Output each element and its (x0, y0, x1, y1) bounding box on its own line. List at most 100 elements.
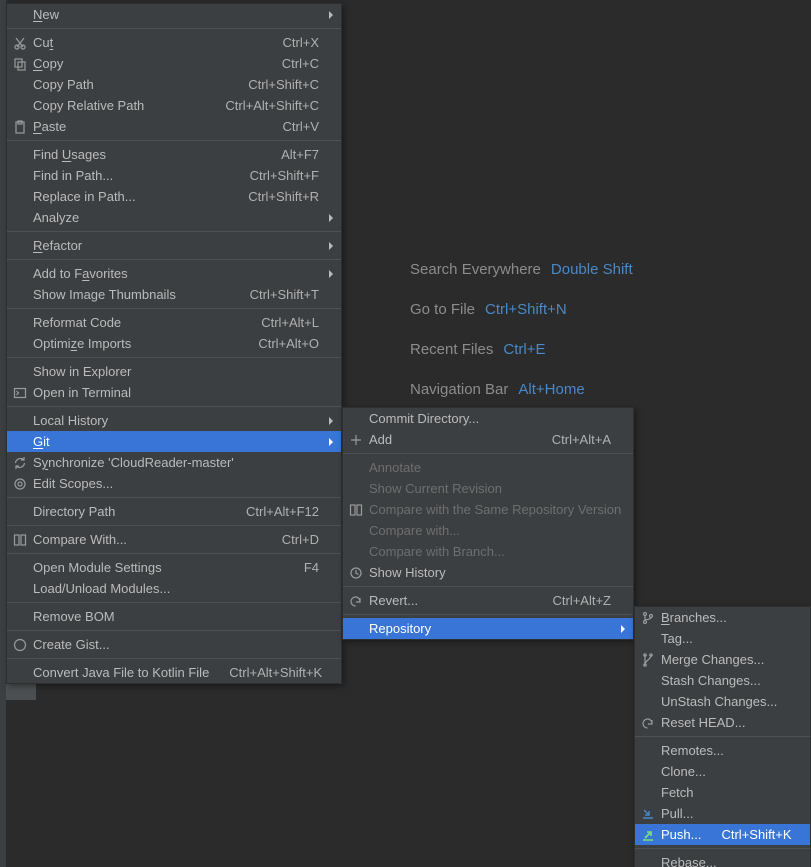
label-post: aste (42, 119, 67, 134)
separator (7, 308, 341, 309)
menu-item-show-in-explorer[interactable]: Show in Explorer (7, 361, 341, 382)
menu-item-repository[interactable]: Repository (343, 618, 633, 639)
shortcut: Ctrl+Alt+L (261, 315, 319, 330)
menu-item-rebase[interactable]: Rebase... (635, 852, 810, 867)
label-post: vorites (89, 266, 127, 281)
submenu-arrow-icon (621, 625, 625, 633)
label-pre: Find (33, 147, 62, 162)
menu-item-show-thumbnails[interactable]: Show Image Thumbnails Ctrl+Shift+T (7, 284, 341, 305)
menu-item-merge-changes[interactable]: Merge Changes... (635, 649, 810, 670)
label: Pull... (661, 806, 788, 821)
label: Merge Changes... (661, 652, 788, 667)
terminal-icon (13, 386, 27, 400)
menu-item-copy[interactable]: Copy Ctrl+C (7, 53, 341, 74)
menu-item-show-history[interactable]: Show History (343, 562, 633, 583)
menu-item-reformat-code[interactable]: Reformat Code Ctrl+Alt+L (7, 312, 341, 333)
submenu-repository[interactable]: Branches... Tag... Merge Changes... Stas… (634, 606, 811, 867)
separator (343, 453, 633, 454)
menu-item-compare-with[interactable]: Compare With... Ctrl+D (7, 529, 341, 550)
menu-item-open-module-settings[interactable]: Open Module Settings F4 (7, 557, 341, 578)
compare-icon (349, 503, 363, 517)
menu-item-git-add[interactable]: Add Ctrl+Alt+A (343, 429, 633, 450)
separator (7, 357, 341, 358)
mnemonic: C (33, 56, 42, 71)
separator (343, 614, 633, 615)
menu-item-synchronize[interactable]: Synchronize 'CloudReader-master' (7, 452, 341, 473)
label: Annotate (369, 460, 611, 475)
menu-item-pull[interactable]: Pull... (635, 803, 810, 824)
menu-item-find-usages[interactable]: Find Usages Alt+F7 (7, 144, 341, 165)
label-pre: Optimi (33, 336, 71, 351)
menu-item-local-history[interactable]: Local History (7, 410, 341, 431)
menu-item-edit-scopes[interactable]: Edit Scopes... (7, 473, 341, 494)
submenu-arrow-icon (329, 242, 333, 250)
menu-item-stash-changes[interactable]: Stash Changes... (635, 670, 810, 691)
label: Find in Path... (33, 168, 230, 183)
menu-item-git[interactable]: Git (7, 431, 341, 452)
mnemonic: P (33, 119, 42, 134)
menu-item-replace-in-path[interactable]: Replace in Path... Ctrl+Shift+R (7, 186, 341, 207)
label: Show History (369, 565, 611, 580)
menu-item-new[interactable]: New (7, 4, 341, 25)
menu-item-open-in-terminal[interactable]: Open in Terminal (7, 382, 341, 403)
shortcut: Ctrl+X (283, 35, 319, 50)
submenu-arrow-icon (329, 438, 333, 446)
hint-search-everywhere: Search EverywhereDouble Shift (410, 250, 633, 290)
label: Open Module Settings (33, 560, 284, 575)
label-post: efactor (42, 238, 82, 253)
menu-item-find-in-path[interactable]: Find in Path... Ctrl+Shift+F (7, 165, 341, 186)
menu-item-tag[interactable]: Tag... (635, 628, 810, 649)
submenu-arrow-icon (329, 270, 333, 278)
reset-icon (641, 716, 655, 730)
menu-item-refactor[interactable]: Refactor (7, 235, 341, 256)
menu-item-fetch[interactable]: Fetch (635, 782, 810, 803)
menu-item-clone[interactable]: Clone... (635, 761, 810, 782)
menu-item-copy-path[interactable]: Copy Path Ctrl+Shift+C (7, 74, 341, 95)
label: Local History (33, 413, 319, 428)
menu-item-reset-head[interactable]: Reset HEAD... (635, 712, 810, 733)
menu-item-analyze[interactable]: Analyze (7, 207, 341, 228)
label: Compare With... (33, 532, 262, 547)
label: Edit Scopes... (33, 476, 319, 491)
menu-item-unstash-changes[interactable]: UnStash Changes... (635, 691, 810, 712)
shortcut: Alt+F7 (281, 147, 319, 162)
label: Fetch (661, 785, 788, 800)
label: Stash Changes... (661, 673, 788, 688)
cut-icon (13, 36, 27, 50)
branch-icon (641, 611, 655, 625)
menu-item-paste[interactable]: Paste Ctrl+V (7, 116, 341, 137)
copy-icon (13, 57, 27, 71)
menu-item-branches[interactable]: Branches... (635, 607, 810, 628)
menu-item-optimize-imports[interactable]: Optimize Imports Ctrl+Alt+O (7, 333, 341, 354)
menu-item-load-unload-modules[interactable]: Load/Unload Modules... (7, 578, 341, 599)
shortcut: Ctrl+Shift+K (721, 827, 791, 842)
menu-item-compare-same-repo: Compare with the Same Repository Version (343, 499, 633, 520)
submenu-arrow-icon (329, 11, 333, 19)
label: Create Gist... (33, 637, 319, 652)
menu-item-create-gist[interactable]: Create Gist... (7, 634, 341, 655)
menu-item-push[interactable]: Push... Ctrl+Shift+K (635, 824, 810, 845)
menu-item-copy-relative-path[interactable]: Copy Relative Path Ctrl+Alt+Shift+C (7, 95, 341, 116)
separator (7, 630, 341, 631)
menu-item-commit-directory[interactable]: Commit Directory... (343, 408, 633, 429)
compare-icon (13, 533, 27, 547)
label: Compare with the Same Repository Version (369, 502, 621, 517)
scopes-icon (13, 477, 27, 491)
label: Convert Java File to Kotlin File (33, 665, 209, 680)
menu-item-remove-bom[interactable]: Remove BOM (7, 606, 341, 627)
mnemonic: G (33, 434, 43, 449)
menu-item-convert-to-kotlin[interactable]: Convert Java File to Kotlin File Ctrl+Al… (7, 662, 341, 683)
submenu-git[interactable]: Commit Directory... Add Ctrl+Alt+A Annot… (342, 407, 634, 640)
menu-item-annotate: Annotate (343, 457, 633, 478)
menu-item-directory-path[interactable]: Directory Path Ctrl+Alt+F12 (7, 501, 341, 522)
context-menu-main[interactable]: New /* noop, real binding below */ Cut C… (6, 3, 342, 684)
menu-item-cut[interactable]: Cut Ctrl+X (7, 32, 341, 53)
menu-item-revert[interactable]: Revert... Ctrl+Alt+Z (343, 590, 633, 611)
menu-item-remotes[interactable]: Remotes... (635, 740, 810, 761)
label-pre: Cu (33, 35, 50, 50)
menu-item-compare-with: Compare with... (343, 520, 633, 541)
separator (7, 231, 341, 232)
menu-item-add-to-favorites[interactable]: Add to Favorites (7, 263, 341, 284)
shortcut: Ctrl+Alt+A (552, 432, 611, 447)
label-post: nchronize 'CloudReader-master' (48, 455, 234, 470)
